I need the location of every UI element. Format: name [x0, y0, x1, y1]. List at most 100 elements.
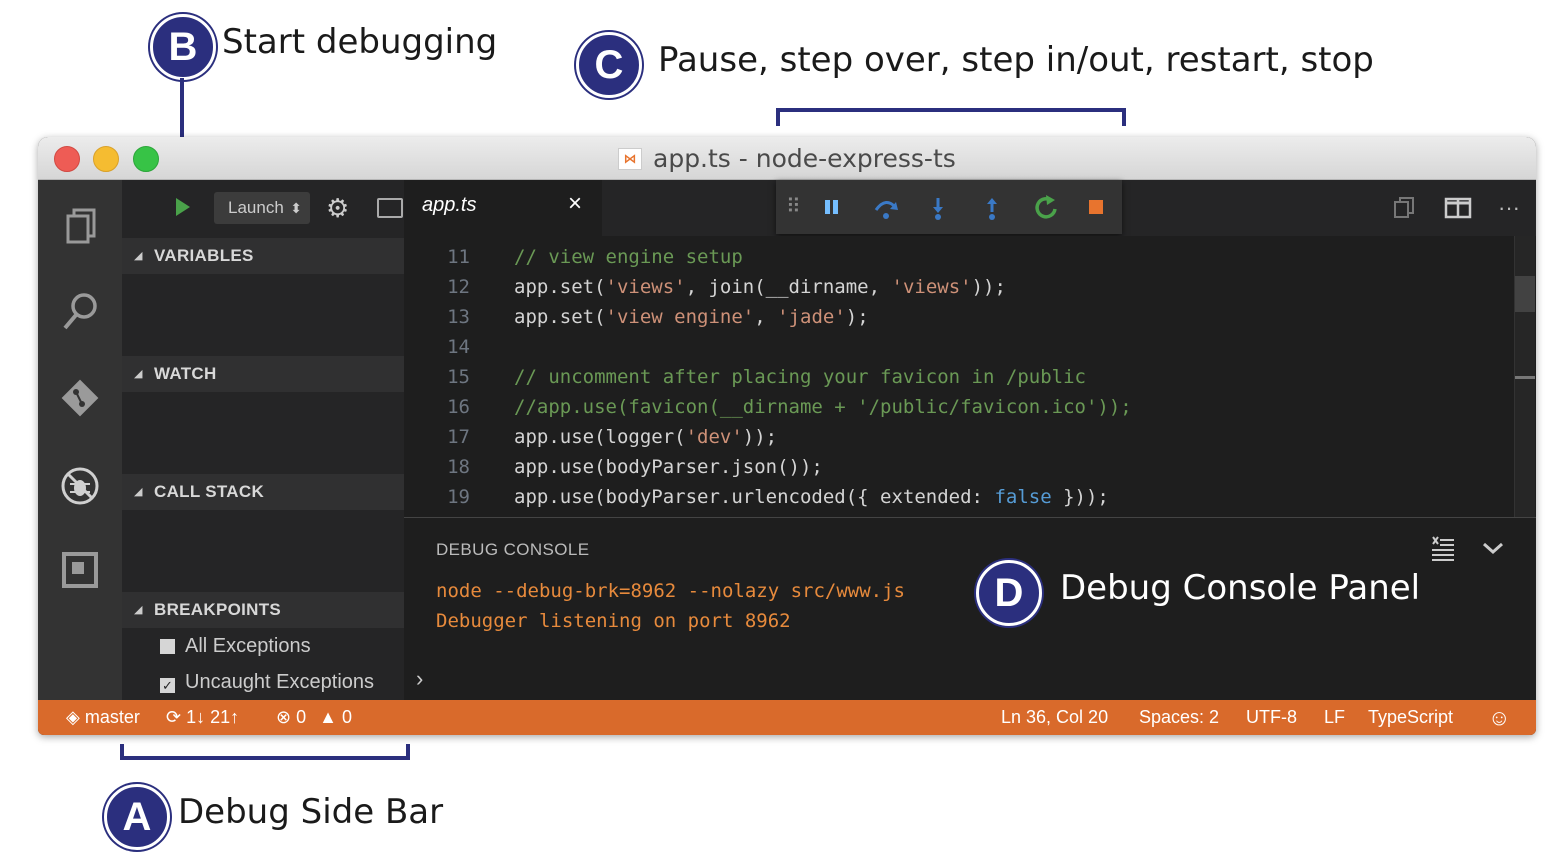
code-text: app.use(bodyParser.json());: [514, 452, 823, 482]
error-icon: ⊗: [276, 707, 292, 727]
section-variables[interactable]: ◢ VARIABLES: [122, 238, 404, 274]
code-token: //app.use(favicon(__dirname + '/public/f…: [514, 396, 1132, 418]
terminal-icon[interactable]: [377, 198, 403, 218]
annotation-a-badge: A: [104, 784, 170, 850]
section-call-stack[interactable]: ◢ CALL STACK: [122, 474, 404, 510]
split-editor-icon[interactable]: [1444, 193, 1472, 231]
encoding[interactable]: UTF-8: [1246, 700, 1297, 735]
section-watch[interactable]: ◢ WATCH: [122, 356, 404, 392]
debug-side-bar: Launch ⬍ ⚙ ◢ VARIABLES ◢ WATCH ◢ CALL ST…: [122, 180, 404, 700]
cursor-position[interactable]: Ln 36, Col 20: [1001, 700, 1108, 735]
sync-icon: ⟳: [166, 707, 182, 727]
checkbox-checked[interactable]: ✓: [160, 678, 175, 693]
status-bar: ◈ master ⟳ 1↓ 21↑ ⊗ 0 ▲ 0 Ln 36, Col 20 …: [38, 700, 1536, 735]
code-text: app.set('views', join(__dirname, 'views'…: [514, 272, 1006, 302]
pause-icon[interactable]: [822, 192, 842, 230]
breakpoint-uncaught-exceptions[interactable]: ✓ Uncaught Exceptions: [160, 667, 374, 697]
close-window-button[interactable]: [54, 146, 80, 172]
minimize-window-button[interactable]: [93, 146, 119, 172]
editor-scrollbar[interactable]: [1514, 236, 1535, 517]
breakpoint-label: All Exceptions: [185, 635, 311, 657]
stop-icon[interactable]: [1086, 192, 1106, 230]
code-text: app.use(logger('dev'));: [514, 422, 777, 452]
line-number: 13: [447, 306, 470, 328]
code-token: app.use(bodyParser.json());: [514, 456, 823, 478]
chevron-down-icon[interactable]: [1480, 534, 1506, 569]
branch-indicator[interactable]: ◈ master: [66, 700, 140, 735]
clear-console-icon[interactable]: [1430, 534, 1456, 569]
line-ending[interactable]: LF: [1324, 700, 1345, 735]
code-text: app.set('view engine', 'jade');: [514, 302, 869, 332]
sync-indicator[interactable]: ⟳ 1↓ 21↑: [166, 700, 239, 735]
code-token: // view engine setup: [514, 246, 743, 268]
more-icon[interactable]: ···: [1498, 193, 1520, 223]
breakpoint-all-exceptions[interactable]: All Exceptions: [160, 631, 311, 661]
code-token: }));: [1051, 486, 1109, 508]
window-title: app.ts - node-express-ts: [653, 144, 956, 173]
git-icon[interactable]: [58, 376, 102, 420]
code-token: 'views': [605, 276, 686, 298]
annotation-d-badge: D: [976, 560, 1042, 626]
section-breakpoints[interactable]: ◢ BREAKPOINTS: [122, 592, 404, 628]
line-number: 16: [447, 396, 470, 418]
debug-console-panel: DEBUG CONSOLE node --debug-brk=8962 --no…: [404, 517, 1536, 701]
code-token: app.set(: [514, 276, 606, 298]
step-into-icon[interactable]: [928, 192, 948, 230]
console-line: Debugger listening on port 8962: [436, 610, 791, 632]
line-number: 15: [447, 366, 470, 388]
launch-config-select[interactable]: Launch ⬍: [214, 192, 310, 224]
zoom-window-button[interactable]: [133, 146, 159, 172]
search-icon[interactable]: [58, 290, 102, 334]
warning-icon: ▲: [319, 707, 337, 727]
code-token: // uncomment after placing your favicon …: [514, 366, 1086, 388]
collapse-caret-icon: ◢: [134, 368, 143, 380]
line-number: 12: [447, 276, 470, 298]
language-mode[interactable]: TypeScript: [1368, 700, 1453, 735]
split-view-icon[interactable]: [1392, 193, 1416, 231]
annotation-c-bracket: [776, 108, 1126, 126]
line-number: 18: [447, 456, 470, 478]
extensions-icon[interactable]: [58, 548, 102, 592]
code-token: 'view engine': [605, 306, 755, 328]
console-prompt-icon[interactable]: ›: [416, 666, 423, 692]
debug-console-title: DEBUG CONSOLE: [436, 540, 590, 559]
error-count: 0: [296, 707, 307, 727]
editor-window: ⋈ app.ts - node-express-ts Launch ⬍ ⚙ ◢ …: [38, 137, 1536, 735]
annotation-a-label: Debug Side Bar: [178, 792, 444, 832]
select-arrows-icon: ⬍: [290, 200, 302, 216]
line-number: 11: [447, 246, 470, 268]
files-icon[interactable]: [58, 206, 102, 250]
step-over-icon[interactable]: [872, 192, 900, 230]
code-editor[interactable]: 11 // view engine setup 12 app.set('views',…: [404, 236, 1536, 517]
tab-app-ts[interactable]: app.ts ×: [404, 180, 602, 236]
code-token: false: [994, 486, 1052, 508]
console-line: node --debug-brk=8962 --nolazy src/www.j…: [436, 580, 905, 602]
scrollbar-thumb[interactable]: [1515, 276, 1535, 312]
line-number: 19: [447, 486, 470, 508]
code-token: ));: [971, 276, 1006, 298]
code-token: 'jade': [777, 306, 846, 328]
code-token: 'views': [891, 276, 972, 298]
checkbox-unchecked[interactable]: [160, 639, 175, 654]
code-text: // uncomment after placing your favicon …: [514, 362, 1086, 392]
problems-indicator[interactable]: ⊗ 0 ▲ 0: [276, 700, 352, 735]
play-icon[interactable]: [176, 198, 190, 216]
git-branch-icon: ◈: [66, 707, 80, 727]
line-number: 14: [447, 336, 470, 358]
debug-action-toolbar: ⠿: [776, 180, 1122, 234]
annotation-a-bracket: [120, 744, 410, 760]
debug-icon[interactable]: [58, 464, 102, 508]
close-icon[interactable]: ×: [568, 190, 582, 218]
feedback-smiley-icon[interactable]: ☺: [1488, 700, 1510, 735]
launch-config-label: Launch: [228, 198, 284, 217]
scrollbar-cursor-marker: [1515, 376, 1535, 379]
step-out-icon[interactable]: [982, 192, 1002, 230]
gear-icon[interactable]: ⚙: [326, 192, 349, 224]
indentation[interactable]: Spaces: 2: [1139, 700, 1219, 735]
drag-handle-icon[interactable]: ⠿: [786, 192, 801, 222]
vscode-file-icon: ⋈: [618, 148, 642, 170]
restart-icon[interactable]: [1032, 192, 1060, 230]
annotation-c-label: Pause, step over, step in/out, restart, …: [658, 40, 1374, 80]
sync-counts: 1↓ 21↑: [186, 707, 240, 727]
code-token: app.use(bodyParser.urlencoded({ extended…: [514, 486, 995, 508]
